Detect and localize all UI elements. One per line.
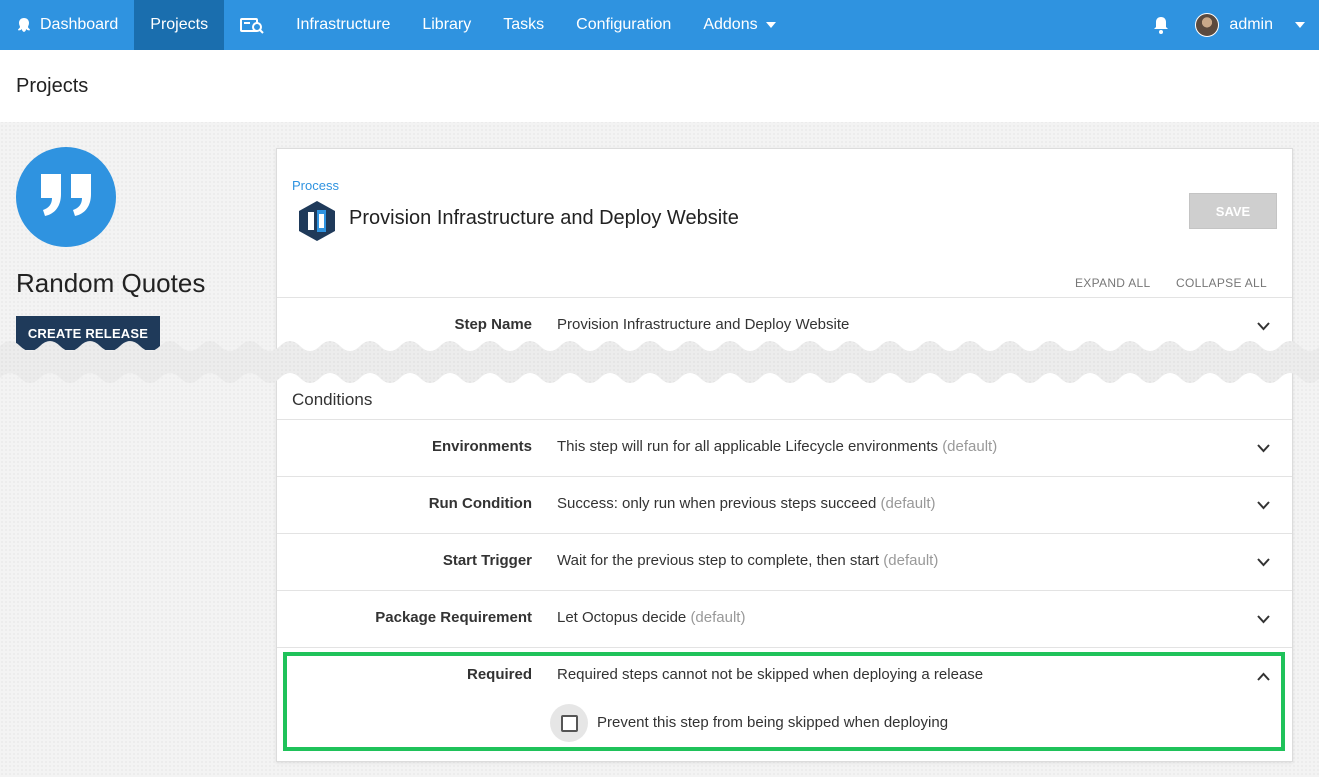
required-highlight [283, 652, 1285, 751]
save-button[interactable]: SAVE [1189, 193, 1277, 229]
step-template-icon [299, 201, 335, 246]
project-name: Random Quotes [16, 268, 206, 298]
condition-row-run-condition[interactable]: Run Condition Success: only run when pre… [277, 476, 1292, 533]
nav-configuration-label: Configuration [576, 16, 672, 33]
step-title: Provision Infrastructure and Deploy Webs… [349, 207, 739, 229]
nav-addons-label: Addons [703, 16, 758, 33]
step-name-label: Step Name [454, 316, 532, 333]
chevron-down-icon[interactable] [1257, 611, 1270, 629]
condition-value: Success: only run when previous steps su… [557, 495, 936, 512]
condition-value: This step will run for all applicable Li… [557, 438, 997, 455]
collapse-all-link[interactable]: COLLAPSE ALL [1176, 276, 1267, 290]
search-icon [240, 16, 264, 34]
condition-label: Start Trigger [442, 552, 532, 569]
nav-library-label: Library [422, 16, 472, 33]
octopus-icon [16, 17, 32, 33]
chevron-down-icon[interactable] [1257, 318, 1270, 336]
condition-row-environments[interactable]: Environments This step will run for all … [277, 419, 1292, 476]
nav-library[interactable]: Library [406, 0, 487, 50]
chevron-down-icon [765, 22, 776, 28]
page-tear [0, 341, 1319, 383]
nav-projects-label: Projects [150, 16, 209, 33]
required-checkbox[interactable] [560, 714, 578, 732]
condition-value: Wait for the previous step to complete, … [557, 552, 938, 569]
condition-row-start-trigger[interactable]: Start Trigger Wait for the previous step… [277, 533, 1292, 590]
nav-dashboard-label: Dashboard [40, 16, 119, 33]
condition-value: Let Octopus decide (default) [557, 609, 745, 626]
nav-tasks-label: Tasks [503, 16, 545, 33]
expand-all-link[interactable]: EXPAND ALL [1075, 276, 1150, 290]
condition-label: Environments [431, 438, 532, 455]
bell-icon [1153, 16, 1169, 34]
step-name-value: Provision Infrastructure and Deploy Webs… [557, 316, 850, 333]
page-title: Projects [16, 74, 89, 97]
nav-right: admin [1137, 0, 1319, 50]
nav-search[interactable] [224, 0, 280, 50]
notifications-button[interactable] [1137, 0, 1195, 50]
condition-value-text: Success: only run when previous steps su… [557, 495, 877, 512]
project-logo [16, 147, 116, 247]
chevron-down-icon[interactable] [1257, 440, 1270, 458]
condition-value-text: Wait for the previous step to complete, … [557, 552, 880, 569]
user-chevron-down-icon [1295, 22, 1305, 28]
avatar [1195, 13, 1220, 37]
default-tag: (default) [942, 438, 998, 455]
condition-value-text: This step will run for all applicable Li… [557, 438, 939, 455]
required-checkbox-label[interactable]: Prevent this step from being skipped whe… [597, 714, 948, 731]
nav-configuration[interactable]: Configuration [560, 0, 687, 50]
user-name: admin [1229, 16, 1273, 33]
default-tag: (default) [690, 609, 746, 626]
required-checkbox-wrap[interactable] [550, 704, 588, 742]
breadcrumb[interactable]: Process [292, 178, 339, 193]
nav-addons[interactable]: Addons [687, 0, 791, 50]
default-tag: (default) [883, 552, 939, 569]
nav-infrastructure-label: Infrastructure [296, 16, 391, 33]
nav-projects[interactable]: Projects [134, 0, 225, 50]
nav-dashboard[interactable]: Dashboard [0, 0, 134, 50]
quote-icon [37, 170, 95, 225]
condition-row-package-requirement[interactable]: Package Requirement Let Octopus decide (… [277, 590, 1292, 647]
nav-tasks[interactable]: Tasks [487, 0, 560, 50]
chevron-down-icon[interactable] [1257, 554, 1270, 572]
condition-label: Package Requirement [375, 609, 532, 626]
top-navigation: Dashboard Projects Infrastructure Librar… [0, 0, 1319, 50]
default-tag: (default) [880, 495, 936, 512]
page-header: Projects [0, 50, 1319, 122]
user-menu[interactable]: admin [1195, 0, 1319, 50]
condition-label: Run Condition [428, 495, 532, 512]
nav-infrastructure[interactable]: Infrastructure [280, 0, 406, 50]
chevron-down-icon[interactable] [1257, 497, 1270, 515]
condition-value-text: Let Octopus decide [557, 609, 687, 626]
